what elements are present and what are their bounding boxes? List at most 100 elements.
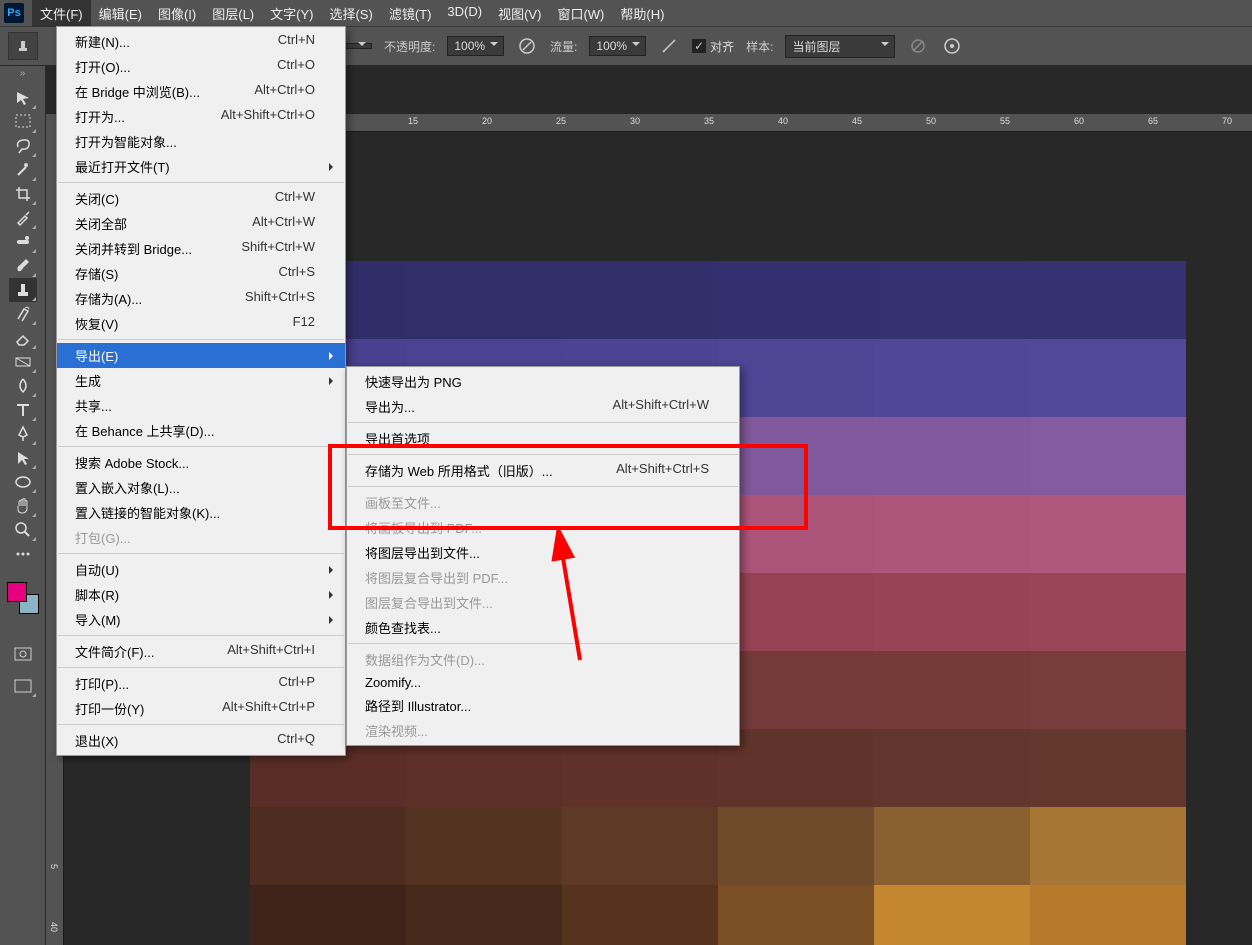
menu-item[interactable]: 3D(D): [439, 0, 490, 27]
move-tool[interactable]: [9, 86, 37, 110]
menu-item[interactable]: 文件简介(F)...Alt+Shift+Ctrl+I: [57, 639, 345, 664]
blur-tool[interactable]: [9, 374, 37, 398]
menu-item[interactable]: 打开为...Alt+Shift+Ctrl+O: [57, 104, 345, 129]
menu-item[interactable]: 视图(V): [490, 0, 549, 27]
menu-item[interactable]: 自动(U): [57, 557, 345, 582]
menu-item[interactable]: Zoomify...: [347, 672, 739, 693]
menu-item[interactable]: 导出(E): [57, 343, 345, 368]
menu-item[interactable]: 在 Behance 上共享(D)...: [57, 418, 345, 443]
path-selection-tool[interactable]: [9, 446, 37, 470]
menu-item[interactable]: 导出首选项: [347, 426, 739, 451]
menu-item[interactable]: 置入链接的智能对象(K)...: [57, 500, 345, 525]
menu-item[interactable]: 文字(Y): [262, 0, 321, 27]
menu-item[interactable]: 打开(O)...Ctrl+O: [57, 54, 345, 79]
airbrush-icon[interactable]: [658, 35, 680, 57]
screenmode-icon[interactable]: [9, 674, 37, 698]
menu-item[interactable]: 导出为...Alt+Shift+Ctrl+W: [347, 394, 739, 419]
zoom-tool[interactable]: [9, 518, 37, 542]
menu-item[interactable]: 窗口(W): [549, 0, 612, 27]
sample-label: 样本:: [746, 38, 773, 55]
pressure-size-icon[interactable]: [941, 35, 963, 57]
lasso-tool[interactable]: [9, 134, 37, 158]
color-swatches[interactable]: [7, 582, 39, 614]
hand-tool[interactable]: [9, 494, 37, 518]
menu-item[interactable]: 快速导出为 PNG: [347, 369, 739, 394]
history-brush-tool[interactable]: [9, 302, 37, 326]
menu-item[interactable]: 新建(N)...Ctrl+N: [57, 29, 345, 54]
menu-item[interactable]: 滤镜(T): [381, 0, 440, 27]
menu-item[interactable]: 搜索 Adobe Stock...: [57, 450, 345, 475]
eraser-tool-icon: [14, 329, 32, 347]
flow-value[interactable]: 100%: [589, 36, 646, 56]
brush-tool-icon: [14, 257, 32, 275]
move-tool-icon: [14, 89, 32, 107]
clone-stamp-tool[interactable]: [9, 278, 37, 302]
hand-tool-icon: [14, 497, 32, 515]
menu-item[interactable]: 文件(F): [32, 0, 91, 27]
menu-item[interactable]: 存储为 Web 所用格式（旧版）...Alt+Shift+Ctrl+S: [347, 458, 739, 483]
menu-item[interactable]: 脚本(R): [57, 582, 345, 607]
menu-item[interactable]: 在 Bridge 中浏览(B)...Alt+Ctrl+O: [57, 79, 345, 104]
crop-tool-icon: [14, 185, 32, 203]
opacity-value[interactable]: 100%: [447, 36, 504, 56]
menu-item[interactable]: 关闭(C)Ctrl+W: [57, 186, 345, 211]
menu-item[interactable]: 关闭并转到 Bridge...Shift+Ctrl+W: [57, 236, 345, 261]
ignore-adjustment-icon[interactable]: [907, 35, 929, 57]
menu-item[interactable]: 将图层导出到文件...: [347, 540, 739, 565]
menu-item[interactable]: 打印(P)...Ctrl+P: [57, 671, 345, 696]
menu-item[interactable]: 存储(S)Ctrl+S: [57, 261, 345, 286]
pen-tool[interactable]: [9, 422, 37, 446]
tool-preset-button[interactable]: [8, 32, 38, 60]
eraser-tool[interactable]: [9, 326, 37, 350]
sample-dropdown[interactable]: 当前图层: [785, 35, 895, 58]
menu-item: 数据组作为文件(D)...: [347, 647, 739, 672]
flow-label: 流量:: [550, 38, 577, 55]
foreground-color-swatch[interactable]: [7, 582, 27, 602]
type-tool[interactable]: [9, 398, 37, 422]
quickmask-icon[interactable]: [9, 642, 37, 666]
menu-item[interactable]: 关闭全部Alt+Ctrl+W: [57, 211, 345, 236]
menu-item[interactable]: 编辑(E): [91, 0, 150, 27]
marquee-tool[interactable]: [9, 110, 37, 134]
menu-item[interactable]: 图层(L): [204, 0, 262, 27]
menu-item[interactable]: 图像(I): [150, 0, 204, 27]
marquee-tool-icon: [14, 113, 32, 131]
menu-item[interactable]: 路径到 Illustrator...: [347, 693, 739, 718]
magic-wand-tool[interactable]: [9, 158, 37, 182]
path-selection-tool-icon: [14, 449, 32, 467]
menu-item[interactable]: 帮助(H): [612, 0, 672, 27]
brush-tool[interactable]: [9, 254, 37, 278]
healing-brush-tool[interactable]: [9, 230, 37, 254]
menu-item[interactable]: 恢复(V)F12: [57, 311, 345, 336]
menu-item[interactable]: 打开为智能对象...: [57, 129, 345, 154]
menu-item[interactable]: 导入(M): [57, 607, 345, 632]
history-brush-tool-icon: [14, 305, 32, 323]
crop-tool[interactable]: [9, 182, 37, 206]
pressure-opacity-icon[interactable]: [516, 35, 538, 57]
align-checkbox[interactable]: ✓对齐: [692, 38, 734, 55]
eyedropper-tool-icon: [14, 209, 32, 227]
menu-item[interactable]: 颜色查找表...: [347, 615, 739, 640]
menu-item[interactable]: 置入嵌入对象(L)...: [57, 475, 345, 500]
menu-item[interactable]: 选择(S): [321, 0, 380, 27]
menu-item[interactable]: 生成: [57, 368, 345, 393]
menu-item[interactable]: 打印一份(Y)Alt+Shift+Ctrl+P: [57, 696, 345, 721]
pen-tool-icon: [14, 425, 32, 443]
edit-toolbar[interactable]: [9, 542, 37, 566]
menu-item[interactable]: 共享...: [57, 393, 345, 418]
toolbar-expand-icon[interactable]: »: [0, 66, 45, 80]
menu-item: 将图层复合导出到 PDF...: [347, 565, 739, 590]
menu-item[interactable]: 最近打开文件(T): [57, 154, 345, 179]
ellipse-tool[interactable]: [9, 470, 37, 494]
clone-stamp-tool-icon: [14, 281, 32, 299]
eyedropper-tool[interactable]: [9, 206, 37, 230]
menu-item: 渲染视频...: [347, 718, 739, 743]
left-toolbar: »: [0, 66, 46, 945]
menu-item[interactable]: 退出(X)Ctrl+Q: [57, 728, 345, 753]
menu-item[interactable]: 存储为(A)...Shift+Ctrl+S: [57, 286, 345, 311]
magic-wand-tool-icon: [14, 161, 32, 179]
menu-bar: Ps 文件(F)编辑(E)图像(I)图层(L)文字(Y)选择(S)滤镜(T)3D…: [0, 0, 1252, 26]
gradient-tool[interactable]: [9, 350, 37, 374]
file-menu-dropdown: 新建(N)...Ctrl+N打开(O)...Ctrl+O在 Bridge 中浏览…: [56, 26, 346, 756]
menu-item: 打包(G)...: [57, 525, 345, 550]
